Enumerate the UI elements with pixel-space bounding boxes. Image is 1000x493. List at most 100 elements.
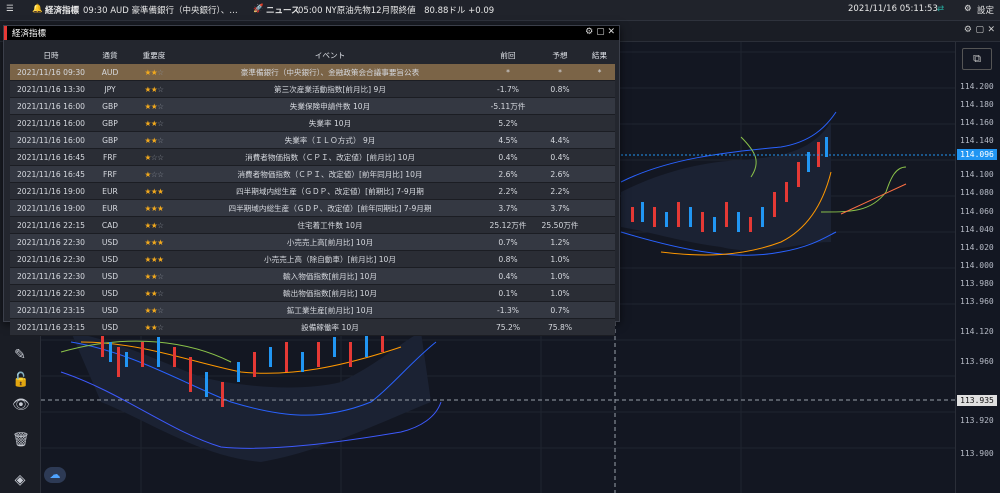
cell-date: 2021/11/16 22:15 xyxy=(10,216,92,234)
cell-event: 小売売上高[前月比] 10月 xyxy=(180,233,480,251)
axis-label: 114.060 xyxy=(960,207,994,216)
col-forecast[interactable]: 予想 xyxy=(536,46,584,64)
table-row[interactable]: 2021/11/16 16:45 FRF ★☆☆ 消費者物価指数（ＣＰＩ、改定値）[前… xyxy=(10,148,615,166)
axis-label: 113.920 xyxy=(960,416,994,425)
trash-icon[interactable]: 🗑 xyxy=(12,432,30,448)
gear-icon[interactable]: ⚙ xyxy=(585,27,593,37)
cell-date: 2021/11/16 16:00 xyxy=(10,114,92,132)
settings-label[interactable]: 設定 xyxy=(977,4,994,16)
pencil-icon[interactable]: ✎ xyxy=(12,347,28,363)
cell-forecast: 2.2% xyxy=(536,182,584,200)
lock-icon[interactable]: 🔓 xyxy=(12,372,29,388)
col-importance[interactable]: 重要度 xyxy=(128,46,180,64)
col-currency[interactable]: 通貨 xyxy=(92,46,128,64)
screenshot-icon[interactable]: ⧉ xyxy=(962,48,992,70)
importance-stars-icon: ★★★ xyxy=(144,254,164,264)
cell-date: 2021/11/16 13:30 xyxy=(10,80,92,98)
table-row[interactable]: 2021/11/16 09:30 AUD ★★☆ 豪準備銀行（中央銀行）、金融政策会合… xyxy=(10,64,615,81)
economic-calendar-panel[interactable]: 経済指標 ⚙ ▢ ✕ 日時 通貨 重要度 イベント 前回 予想 結果 2021/… xyxy=(3,25,620,336)
cell-importance: ★★☆ xyxy=(128,80,180,98)
axis-label: 114.080 xyxy=(960,188,994,197)
alert-text[interactable]: 09:30 AUD 豪準備銀行（中央銀行）、… xyxy=(83,4,238,16)
hamburger-icon[interactable]: ☰ xyxy=(6,4,14,14)
cell-importance: ★★☆ xyxy=(128,216,180,234)
layers-icon[interactable]: ◈ xyxy=(12,472,28,488)
importance-stars-icon: ★★☆ xyxy=(144,220,164,230)
cell-event: 第三次産業活動指数[前月比] 9月 xyxy=(180,80,480,98)
cell-result xyxy=(584,165,615,183)
cell-currency: GBP xyxy=(92,97,128,115)
window-icon[interactable]: ▢ xyxy=(975,25,984,35)
table-row[interactable]: 2021/11/16 16:45 FRF ★☆☆ 消費者物価指数（ＣＰＩ、改定値）[前… xyxy=(10,165,615,183)
cell-currency: FRF xyxy=(92,165,128,183)
axis-label: 114.160 xyxy=(960,118,994,127)
table-row[interactable]: 2021/11/16 19:00 EUR ★★★ 四半期域内総生産（ＧＤＰ、改定値）[… xyxy=(10,199,615,217)
rocket-icon: 🚀 xyxy=(253,4,264,14)
importance-stars-icon: ★★☆ xyxy=(144,101,164,111)
table-row[interactable]: 2021/11/16 16:00 GBP ★★☆ 失業率 10月 5.2% xyxy=(10,114,615,132)
cell-result xyxy=(584,131,615,149)
cell-result xyxy=(584,216,615,234)
cell-currency: CAD xyxy=(92,216,128,234)
table-row[interactable]: 2021/11/16 22:30 USD ★★☆ 輸入物価指数[前月比] 10月 0.4… xyxy=(10,267,615,285)
table-row[interactable]: 2021/11/16 23:15 USD ★★☆ 鉱工業生産[前月比] 10月 -1.3… xyxy=(10,301,615,319)
cell-currency: AUD xyxy=(92,64,128,81)
col-event[interactable]: イベント xyxy=(180,46,480,64)
importance-stars-icon: ★★☆ xyxy=(144,67,164,77)
importance-stars-icon: ★★☆ xyxy=(144,84,164,94)
cell-date: 2021/11/16 22:30 xyxy=(10,250,92,268)
sync-icon[interactable]: ⇄ xyxy=(937,4,944,14)
table-row[interactable]: 2021/11/16 16:00 GBP ★★☆ 失業率（ＩＬＯ方式） 9月 4.5% 4… xyxy=(10,131,615,149)
importance-stars-icon: ★★☆ xyxy=(144,271,164,281)
gear-icon[interactable]: ⚙ xyxy=(964,25,972,35)
news-label[interactable]: ニュース xyxy=(266,4,300,16)
current-price-label: 114.096 xyxy=(957,149,997,160)
panel-titlebar[interactable]: 経済指標 ⚙ ▢ ✕ xyxy=(4,26,619,40)
axis-label: 114.140 xyxy=(960,136,994,145)
importance-stars-icon: ★★★ xyxy=(144,237,164,247)
cell-currency: GBP xyxy=(92,131,128,149)
close-icon[interactable]: ✕ xyxy=(607,27,615,37)
cell-previous: 0.1% xyxy=(480,284,536,302)
table-row[interactable]: 2021/11/16 22:30 USD ★★★ 小売売上高（除自動車）[前月比] 1… xyxy=(10,250,615,268)
cell-importance: ★★★ xyxy=(128,233,180,251)
cell-event: 消費者物価指数（ＣＰＩ、改定値）[前月比] 10月 xyxy=(180,148,480,166)
cell-event: 四半期域内総生産（ＧＤＰ、改定値）[前年同期比] 7-9月期 xyxy=(180,199,480,217)
alert-title[interactable]: 経済指標 xyxy=(45,4,79,16)
cell-previous: * xyxy=(480,64,536,81)
table-row[interactable]: 2021/11/16 22:15 CAD ★★☆ 住宅着工件数 10月 25.12万件 2… xyxy=(10,216,615,234)
col-previous[interactable]: 前回 xyxy=(480,46,536,64)
table-row[interactable]: 2021/11/16 16:00 GBP ★★☆ 失業保険申請件数 10月 -5.11万… xyxy=(10,97,615,115)
table-row[interactable]: 2021/11/16 22:30 USD ★★★ 小売売上高[前月比] 10月 0.7%… xyxy=(10,233,615,251)
axis-label: 114.020 xyxy=(960,243,994,252)
importance-stars-icon: ★★★ xyxy=(144,203,164,213)
eye-icon[interactable]: 👁 xyxy=(12,397,30,413)
cell-forecast: 0.8% xyxy=(536,80,584,98)
table-row[interactable]: 2021/11/16 22:30 USD ★★☆ 輸出物価指数[前月比] 10月 0.1… xyxy=(10,284,615,302)
gear-icon[interactable]: ⚙ xyxy=(964,4,972,14)
cell-importance: ★☆☆ xyxy=(128,165,180,183)
cell-currency: JPY xyxy=(92,80,128,98)
table-row[interactable]: 2021/11/16 23:15 USD ★★☆ 設備稼働率 10月 75.2% 75.8… xyxy=(10,318,615,336)
importance-stars-icon: ★★☆ xyxy=(144,135,164,145)
close-icon[interactable]: ✕ xyxy=(987,25,995,35)
table-row[interactable]: 2021/11/16 19:00 EUR ★★★ 四半期域内総生産（ＧＤＰ、改定値）[… xyxy=(10,182,615,200)
importance-stars-icon: ★★☆ xyxy=(144,118,164,128)
cell-result xyxy=(584,148,615,166)
cell-previous: 2.6% xyxy=(480,165,536,183)
col-date[interactable]: 日時 xyxy=(10,46,92,64)
news-text[interactable]: 05:00 NY原油先物12月限終値 80.88ドル +0.09 xyxy=(298,4,494,16)
cell-currency: GBP xyxy=(92,114,128,132)
cell-previous: 25.12万件 xyxy=(480,216,536,234)
col-result[interactable]: 結果 xyxy=(584,46,615,64)
window-icon[interactable]: ▢ xyxy=(596,27,605,37)
cell-importance: ★★☆ xyxy=(128,97,180,115)
cell-forecast xyxy=(536,97,584,115)
bell-icon[interactable]: 🔔 xyxy=(32,4,43,14)
cloud-icon[interactable]: ☁ xyxy=(44,467,66,483)
cell-importance: ★★☆ xyxy=(128,64,180,81)
table-row[interactable]: 2021/11/16 13:30 JPY ★★☆ 第三次産業活動指数[前月比] 9月 -… xyxy=(10,80,615,98)
cell-previous: 0.8% xyxy=(480,250,536,268)
cell-importance: ★★☆ xyxy=(128,131,180,149)
cell-forecast: 1.2% xyxy=(536,233,584,251)
